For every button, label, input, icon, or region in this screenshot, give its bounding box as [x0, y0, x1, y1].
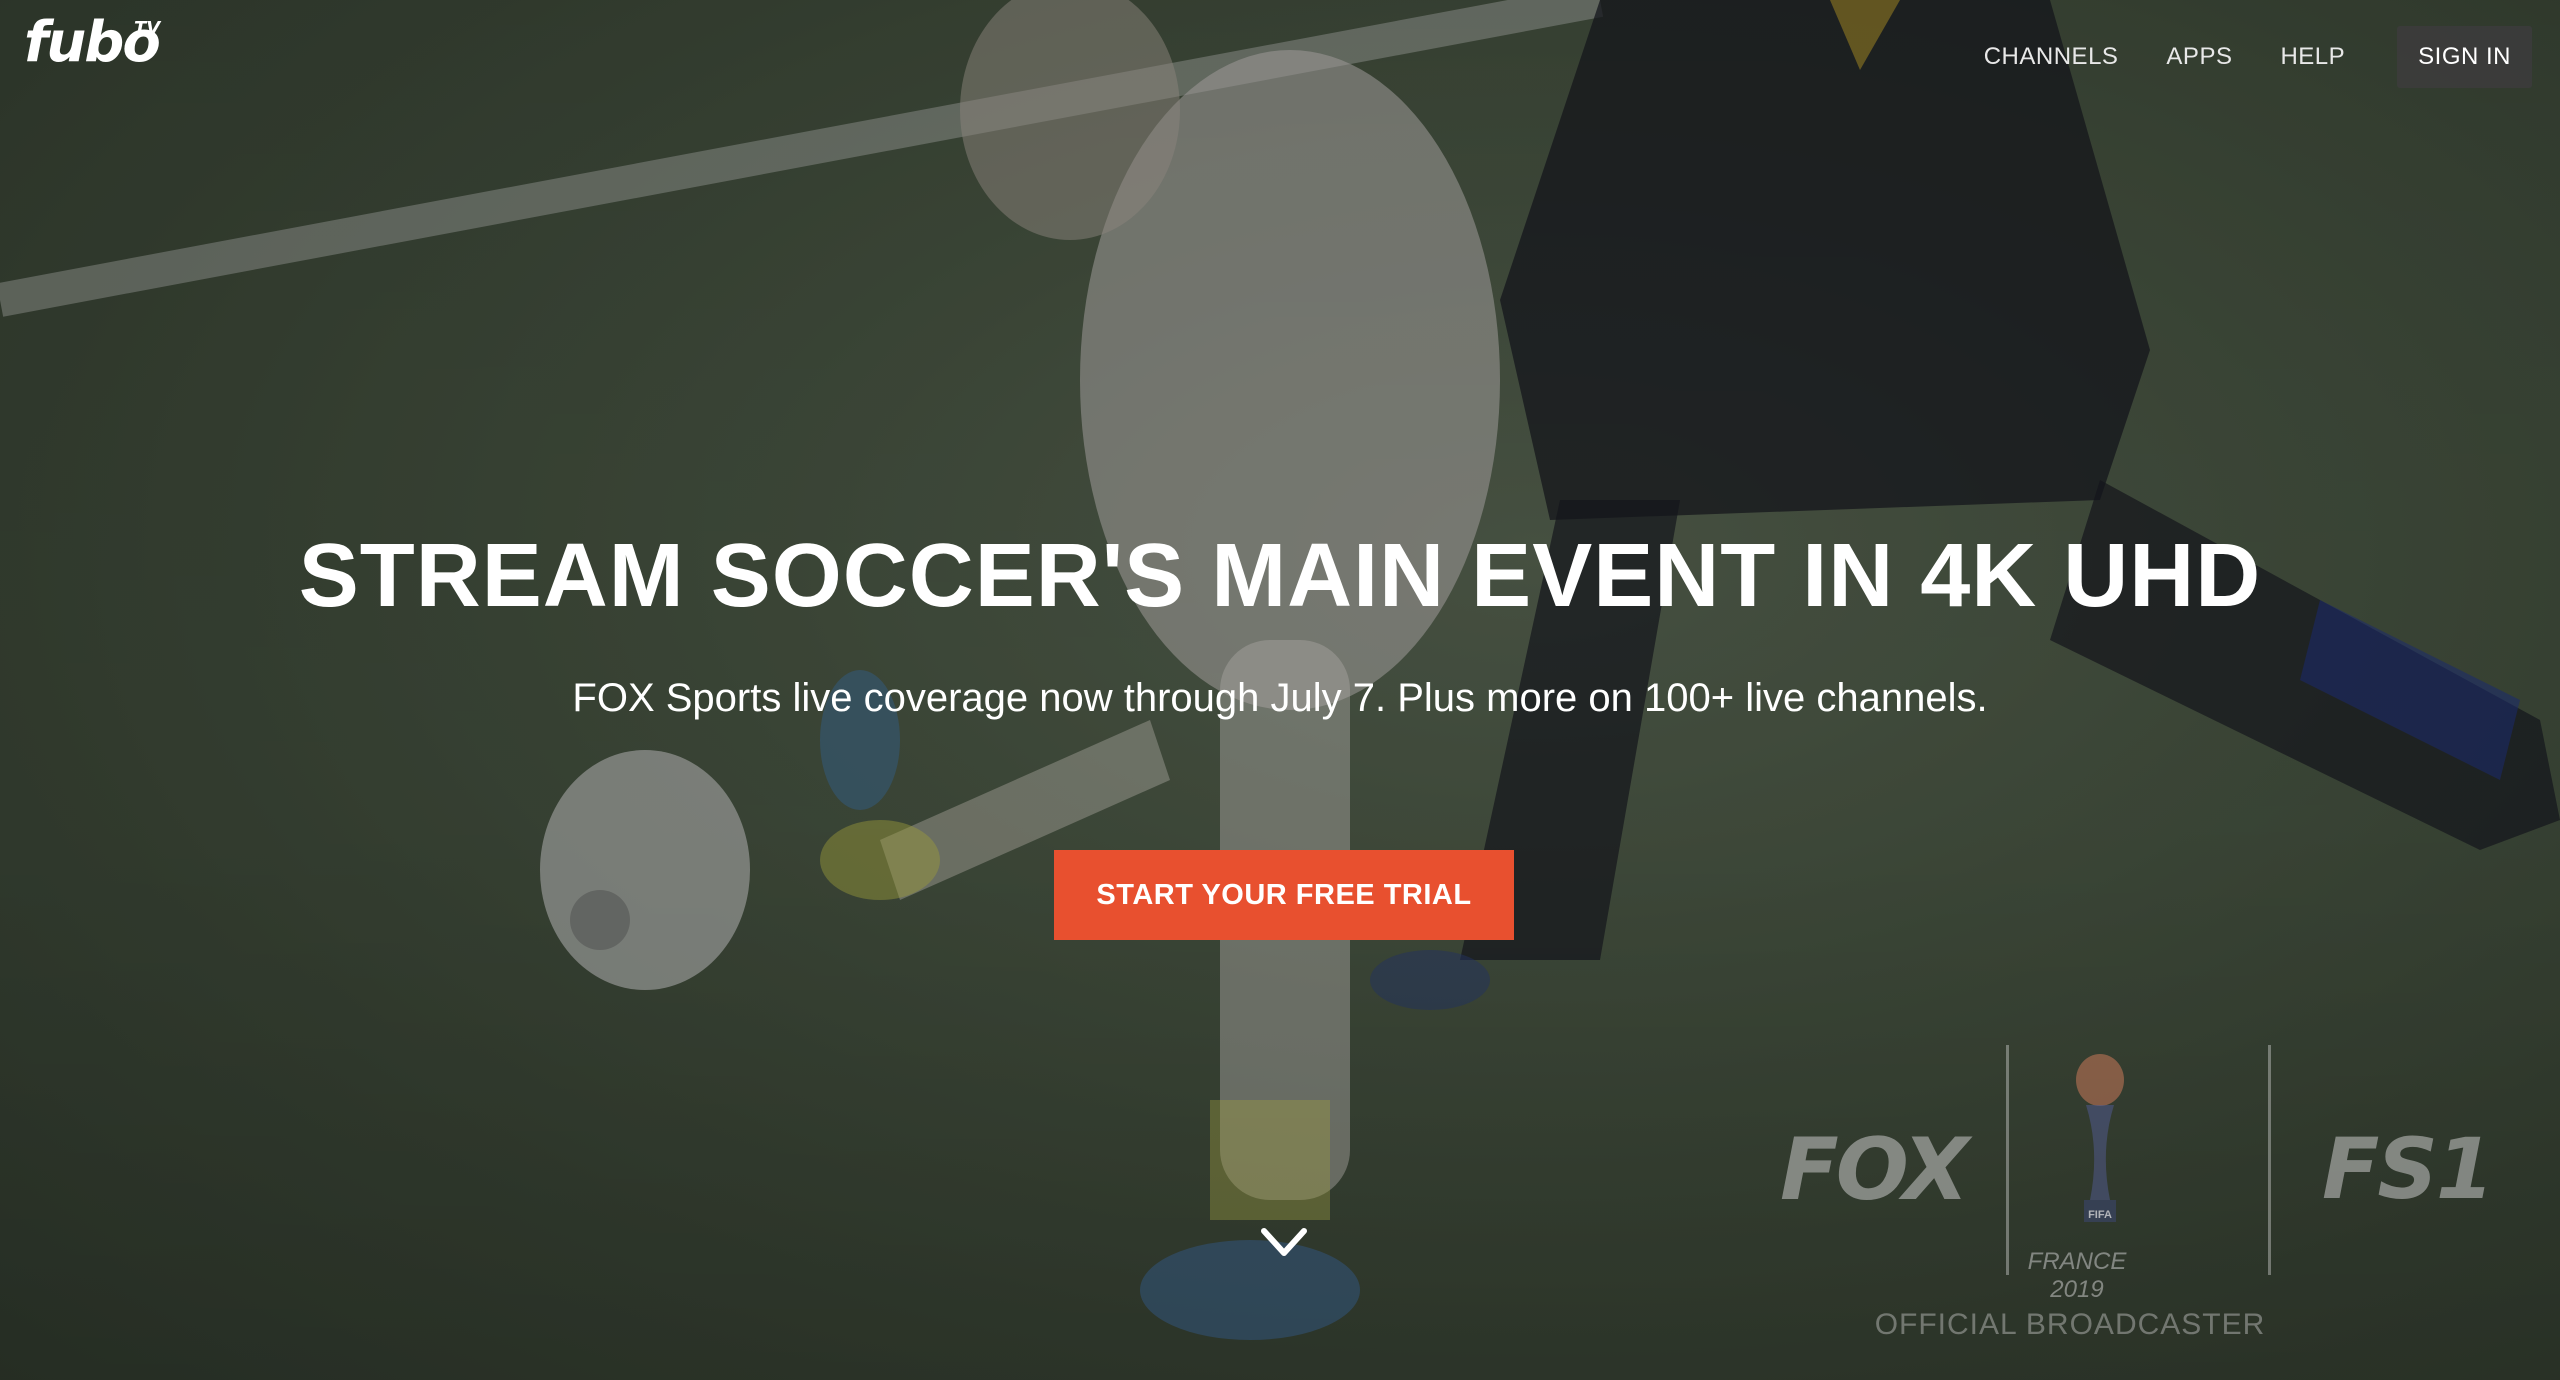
logo-superscript: TV — [134, 18, 161, 39]
top-navigation-bar: fubo TV CHANNELS APPS HELP SIGN IN — [0, 0, 2560, 90]
fox-logo: FOX — [1780, 1120, 1969, 1220]
main-nav: CHANNELS APPS HELP SIGN IN — [1936, 26, 2532, 88]
hero-section: fubo TV CHANNELS APPS HELP SIGN IN STREA… — [0, 0, 2560, 1380]
logo-divider — [2268, 1045, 2271, 1275]
nav-channels-link[interactable]: CHANNELS — [1984, 43, 2119, 71]
nav-apps-link[interactable]: APPS — [2166, 43, 2232, 71]
fifa-caption: FRANCE 2019 — [2027, 1248, 2127, 1303]
official-broadcaster-label: OFFICIAL BROADCASTER — [1874, 1308, 2266, 1341]
nav-help-link[interactable]: HELP — [2280, 43, 2345, 71]
fs1-logo: FS1 — [2322, 1120, 2494, 1218]
sign-in-button[interactable]: SIGN IN — [2397, 26, 2532, 88]
hero-headline: STREAM SOCCER'S MAIN EVENT IN 4K UHD — [298, 526, 2262, 626]
svg-text:FIFA: FIFA — [2088, 1209, 2112, 1221]
logo-divider — [2006, 1045, 2009, 1275]
start-free-trial-button[interactable]: START YOUR FREE TRIAL — [1054, 850, 1514, 940]
chevron-down-icon[interactable] — [1260, 1225, 1308, 1261]
broadcaster-logos: FOX FIFA FRANCE 2019 FS1 OFFICIAL BROADC… — [1770, 1040, 2494, 1360]
hero-subheadline: FOX Sports live coverage now through Jul… — [572, 676, 1988, 720]
fifa-world-cup-trophy-icon: FIFA — [2076, 1054, 2124, 1222]
